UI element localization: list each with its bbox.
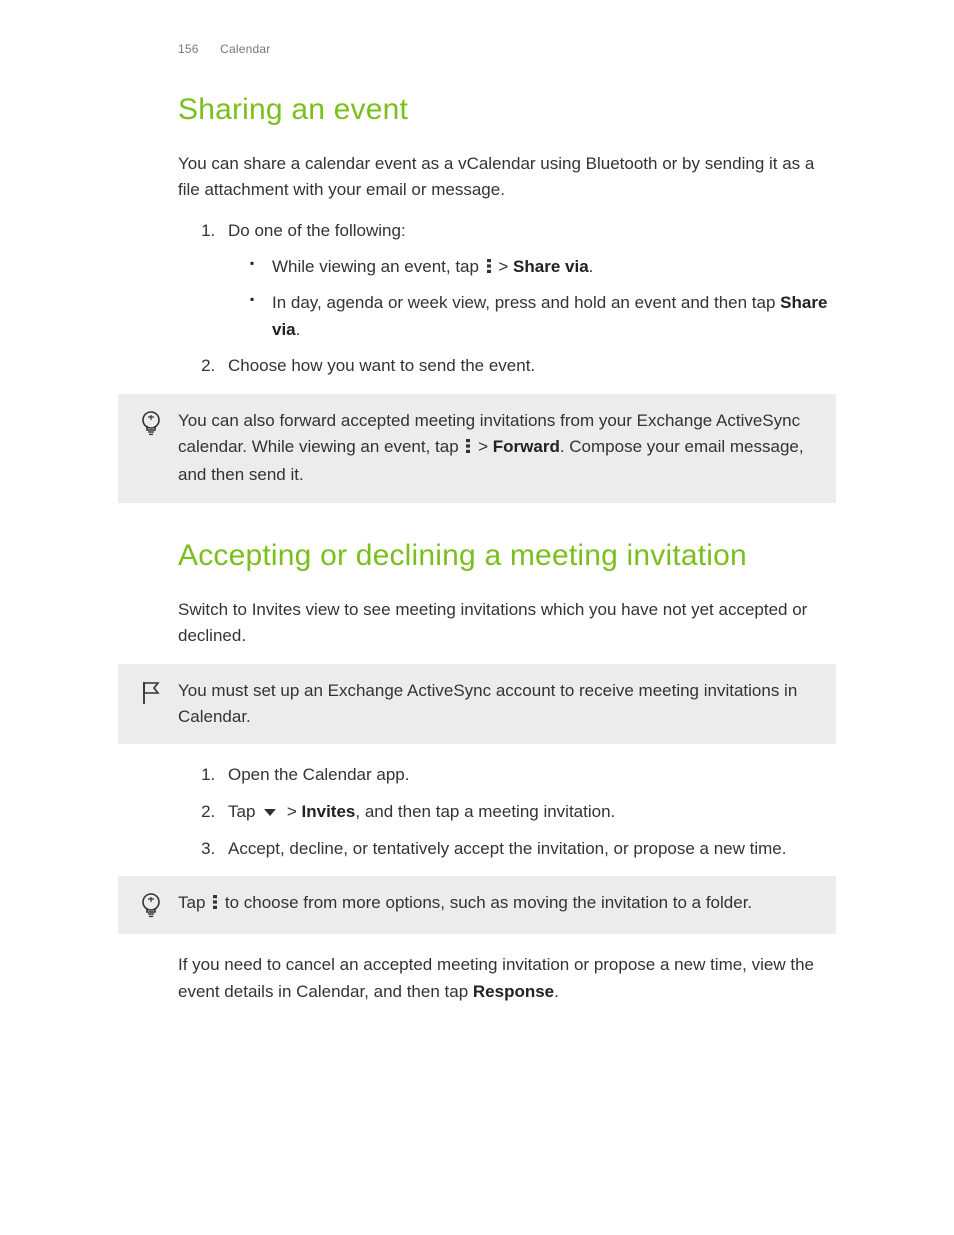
tip-icon bbox=[134, 890, 178, 920]
overflow-menu-icon bbox=[212, 892, 218, 918]
share-via-label: Share via bbox=[513, 257, 589, 276]
sharing-step-2: Choose how you want to send the event. bbox=[220, 353, 836, 379]
accepting-note-callout: You must set up an Exchange ActiveSync a… bbox=[118, 664, 836, 745]
accepting-intro: Switch to Invites view to see meeting in… bbox=[178, 597, 836, 650]
section-title-sharing: Sharing an event bbox=[178, 87, 836, 134]
page-content: 156 Calendar Sharing an event You can sh… bbox=[0, 0, 954, 1059]
accepting-steps: Open the Calendar app. Tap > Invites, an… bbox=[178, 762, 836, 862]
dropdown-icon bbox=[262, 800, 278, 826]
running-header: 156 Calendar bbox=[178, 40, 836, 59]
accepting-tip-text: Tap to choose from more options, such as… bbox=[178, 890, 820, 918]
invites-label: Invites bbox=[302, 802, 356, 821]
section-title-accepting: Accepting or declining a meeting invitat… bbox=[178, 533, 836, 580]
sharing-intro: You can share a calendar event as a vCal… bbox=[178, 151, 836, 204]
sharing-steps: Do one of the following: While viewing a… bbox=[178, 218, 836, 380]
overflow-menu-icon bbox=[465, 436, 471, 462]
sharing-tip-text: You can also forward accepted meeting in… bbox=[178, 408, 820, 489]
sharing-step-1: Do one of the following: While viewing a… bbox=[220, 218, 836, 343]
accepting-closing: If you need to cancel an accepted meetin… bbox=[178, 952, 836, 1005]
sharing-step-1-lead: Do one of the following: bbox=[228, 221, 406, 240]
sharing-bullet-2: In day, agenda or week view, press and h… bbox=[260, 290, 836, 343]
accepting-step-3: Accept, decline, or tentatively accept t… bbox=[220, 836, 836, 862]
overflow-menu-icon bbox=[486, 256, 492, 282]
sharing-tip-callout: You can also forward accepted meeting in… bbox=[118, 394, 836, 503]
accepting-step-2: Tap > Invites, and then tap a meeting in… bbox=[220, 799, 836, 826]
accepting-note-text: You must set up an Exchange ActiveSync a… bbox=[178, 678, 820, 731]
tip-icon bbox=[134, 408, 178, 438]
accepting-tip-callout: Tap to choose from more options, such as… bbox=[118, 876, 836, 934]
accepting-step-1: Open the Calendar app. bbox=[220, 762, 836, 788]
sharing-bullet-1: While viewing an event, tap > Share via. bbox=[260, 254, 836, 282]
forward-label: Forward bbox=[493, 437, 560, 456]
header-section-name: Calendar bbox=[220, 42, 270, 56]
flag-icon bbox=[134, 678, 178, 706]
response-label: Response bbox=[473, 982, 554, 1001]
sharing-sublist: While viewing an event, tap > Share via.… bbox=[228, 254, 836, 343]
page-number: 156 bbox=[178, 42, 199, 56]
